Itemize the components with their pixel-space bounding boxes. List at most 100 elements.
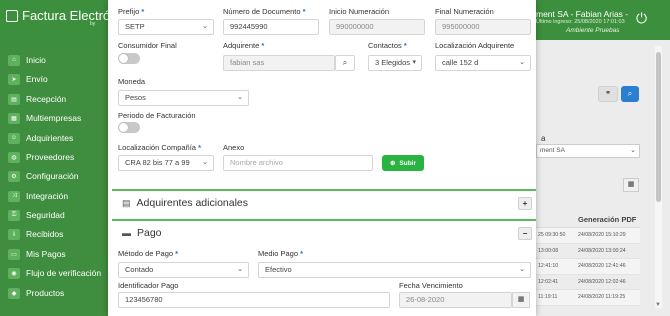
sidebar-item-recepcion[interactable]: ▤ Recepción xyxy=(8,92,66,106)
fecha-vencimiento-input[interactable]: 26-08-2020 xyxy=(399,292,512,308)
calendar-button[interactable]: ▦ xyxy=(623,178,639,192)
chevron-down-icon: ⌄ xyxy=(630,147,636,154)
sidebar-item-label: Inicio xyxy=(26,55,46,65)
sidebar-item-label: Mis Pagos xyxy=(26,249,66,259)
table-row[interactable]: 25 09:30:50 24/08/2020 15:10:29 xyxy=(536,228,640,244)
background-label: a xyxy=(541,134,546,143)
anexo-placeholder: Nombre archivo xyxy=(230,158,283,167)
sidebar-item-label: Envío xyxy=(26,74,48,84)
table-cell: 12:41:10 xyxy=(538,263,559,270)
collapse-section-button[interactable]: − xyxy=(518,227,532,240)
medio-pago-label: Medio Pago * xyxy=(258,249,304,258)
prefijo-select[interactable]: SETP ⌄ xyxy=(118,19,214,35)
adquirente-search-button[interactable]: ⌕ xyxy=(335,55,355,71)
scroll-down-icon[interactable]: ▼ xyxy=(655,302,661,308)
sidebar-item-seguridad[interactable]: ⚿ Seguridad xyxy=(8,208,65,222)
sidebar-item-flujo-verificacion[interactable]: ◉ Flujo de verificación xyxy=(8,266,101,280)
required-mark: * xyxy=(198,143,201,152)
identificador-pago-input[interactable]: 123456780 xyxy=(118,292,390,308)
sidebar-item-multiempresas[interactable]: ▦ Multiempresas xyxy=(8,111,81,125)
final-numeracion-label: Final Numeración xyxy=(435,7,494,16)
numero-documento-input[interactable]: 992445990 xyxy=(223,19,319,35)
caret-down-icon: ▾ xyxy=(412,59,416,66)
tag-icon: ◆ xyxy=(8,287,20,299)
anexo-file-input[interactable]: Nombre archivo xyxy=(223,155,373,171)
sidebar-item-configuracion[interactable]: ⚙ Configuración xyxy=(8,169,78,183)
sidebar-item-recibidos[interactable]: ⇩ Recibidos xyxy=(8,227,63,241)
gear-icon: ⚙ xyxy=(8,170,20,182)
section-title-text: Pago xyxy=(137,227,162,239)
metodo-pago-select[interactable]: Contado ⌄ xyxy=(118,262,249,278)
sidebar-item-envio[interactable]: ➤ Envío xyxy=(8,72,48,86)
localizacion-compania-select[interactable]: CRA 82 bis 77 a 99 ⌄ xyxy=(118,155,214,171)
table-row[interactable]: 12:02:41 24/08/2020 12:02:46 xyxy=(536,275,640,290)
required-mark: * xyxy=(300,249,304,258)
scrollbar-thumb[interactable] xyxy=(656,52,661,202)
localizacion-compania-value: CRA 82 bis 77 a 99 xyxy=(125,158,190,167)
fecha-vencimiento-value: 26-08-2020 xyxy=(406,295,445,304)
moneda-label: Moneda xyxy=(118,77,146,86)
upload-icon: ⊕ xyxy=(389,160,396,167)
required-mark: * xyxy=(261,41,265,50)
toggle-knob xyxy=(119,123,128,132)
table-cell: 25 09:30:50 xyxy=(538,232,566,239)
truck-icon: ◍ xyxy=(8,151,20,163)
users-icon: ☺ xyxy=(8,132,20,144)
page-scrollbar[interactable]: ▼ xyxy=(655,46,662,308)
section-title-text: Adquirentes adicionales xyxy=(136,197,249,209)
contactos-value: 3 Elegidos xyxy=(375,58,411,67)
logout-icon[interactable]: ⏻ xyxy=(636,10,647,27)
consumidor-final-toggle[interactable] xyxy=(118,53,140,64)
toggle-filter-button[interactable]: ⚭ xyxy=(598,86,618,102)
table-row[interactable]: 11:19:11 24/08/2020 11:19:25 xyxy=(536,290,640,306)
sidebar-item-label: Proveedores xyxy=(26,152,75,162)
moneda-select[interactable]: Pesos ⌄ xyxy=(118,90,249,106)
section-pago: ▬ Pago − xyxy=(112,219,536,245)
table-cell: 24/08/2020 13:00:24 xyxy=(578,247,626,254)
sidebar-item-inicio[interactable]: ⌂ Inicio xyxy=(8,53,46,67)
table-row[interactable]: 12:41:10 24/08/2020 12:41:46 xyxy=(536,259,640,275)
contactos-select[interactable]: 3 Elegidos ▾ xyxy=(368,55,422,71)
header-user[interactable]: ment SA - Fabian Arias - xyxy=(536,9,628,19)
sidebar-item-proveedores[interactable]: ◍ Proveedores xyxy=(8,150,74,164)
localizacion-adquirente-value: calle 152 d xyxy=(442,58,479,67)
numero-documento-value: 992445990 xyxy=(230,22,268,31)
moneda-value: Pesos xyxy=(125,93,146,102)
invoice-modal: Prefijo * SETP ⌄ Número de Documento * 99… xyxy=(108,0,536,316)
table-cell: 11:19:11 xyxy=(538,294,558,301)
fecha-vencimiento-calendar-button[interactable]: ▦ xyxy=(512,292,530,308)
section-title: ▬ Pago xyxy=(122,227,162,239)
subir-label: Subir xyxy=(399,159,417,167)
table-cell: 24/08/2020 12:02:46 xyxy=(578,278,626,285)
sidebar-item-mis-pagos[interactable]: ▭ Mis Pagos xyxy=(8,247,66,261)
table-header-cell: Generación PDF xyxy=(578,215,637,224)
anexo-label: Anexo xyxy=(223,143,245,152)
toggle-knob xyxy=(119,54,128,63)
medio-pago-select[interactable]: Efectivo ⌄ xyxy=(258,262,531,278)
inbox-icon: ▤ xyxy=(8,93,20,105)
search-icon: ⌕ xyxy=(627,89,633,98)
table-cell: 24/08/2020 11:19:25 xyxy=(578,294,626,301)
table-cell: 24/08/2020 15:10:29 xyxy=(578,232,626,239)
table-row[interactable]: 13:00:08 24/08/2020 13:00:24 xyxy=(536,244,640,259)
expand-section-button[interactable]: + xyxy=(518,197,532,210)
subir-button[interactable]: ⊕ Subir xyxy=(382,155,424,171)
company-select[interactable]: ment SA ⌄ xyxy=(536,144,640,158)
adquirente-input[interactable]: fabian sas xyxy=(223,55,335,71)
sidebar-item-productos[interactable]: ◆ Productos xyxy=(8,286,64,300)
sidebar-item-integracion[interactable]: ⤨ Integración xyxy=(8,189,68,203)
localizacion-adquirente-select[interactable]: calle 152 d ⌄ xyxy=(435,55,531,71)
sidebar-item-label: Flujo de verificación xyxy=(26,268,102,278)
periodo-facturacion-label: Periodo de Facturación xyxy=(118,111,196,120)
search-button[interactable]: ⌕ xyxy=(621,86,639,102)
periodo-facturacion-toggle[interactable] xyxy=(118,122,140,133)
sidebar-item-adquirientes[interactable]: ☺ Adquirientes xyxy=(8,131,73,145)
identificador-pago-label: Identificador Pago xyxy=(118,281,179,290)
final-numeracion-input: 995000000 xyxy=(435,19,531,35)
chevron-down-icon: ⌄ xyxy=(519,266,525,273)
numero-documento-label: Número de Documento * xyxy=(223,7,306,16)
prefijo-value: SETP xyxy=(125,22,145,31)
inicio-numeracion-label: Inicio Numeración xyxy=(329,7,390,16)
table-cell: 24/08/2020 12:41:46 xyxy=(578,263,626,270)
header-environment: Ambiente Pruebas xyxy=(566,27,620,34)
